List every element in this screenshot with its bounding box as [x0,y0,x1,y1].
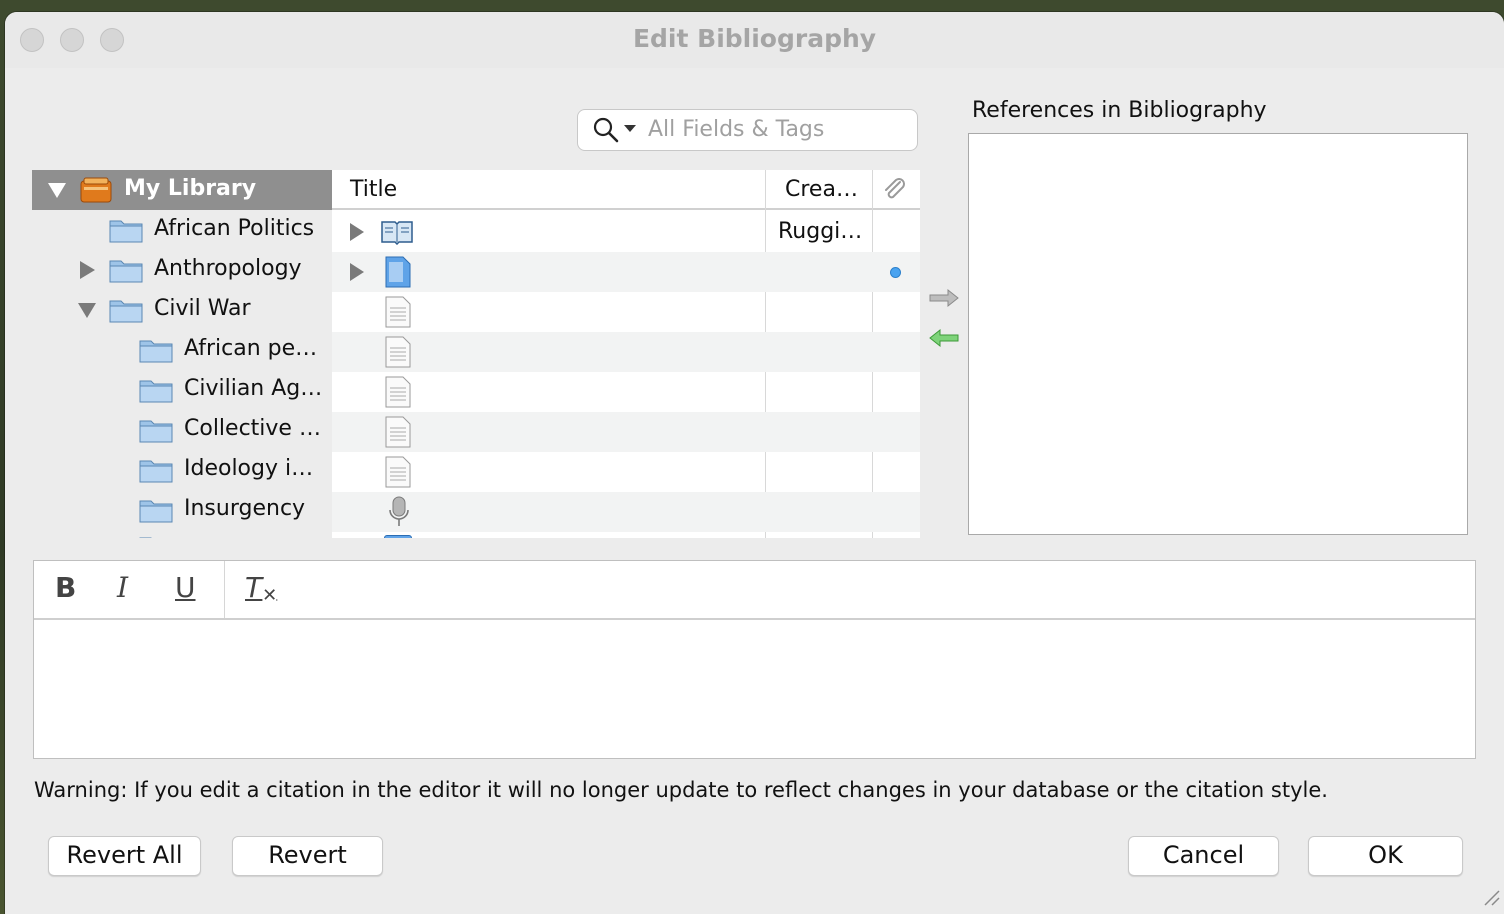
folder-icon [139,500,173,523]
search-placeholder: All Fields & Tags [648,117,825,142]
items-table[interactable]: Title Crea… Ruggi… [332,170,920,538]
folder-icon [139,460,173,483]
window-title: Edit Bibliography [632,24,877,53]
folder-icon [139,380,173,403]
tree-item-my-library[interactable]: My Library [32,170,332,210]
tree-item-partial[interactable] [32,530,332,538]
library-icon [80,177,112,207]
search-mode-dropdown-icon[interactable] [624,125,636,132]
format-toolbar: B I U T✕ [34,561,1475,620]
note-icon [384,336,412,372]
clear-formatting-icon: ✕ [262,585,278,606]
chevron-right-icon[interactable] [80,261,95,279]
chevron-down-icon[interactable] [48,183,66,198]
tree-item-civilian-ag[interactable]: Civilian Ag… [32,370,332,410]
remove-from-bibliography-arrow-icon[interactable] [928,328,960,352]
table-row[interactable] [332,292,920,332]
folder-icon [109,300,143,323]
table-row[interactable]: Ruggi… [332,212,920,252]
references-label: References in Bibliography [972,98,1267,123]
folder-icon [139,420,173,443]
attachment-column-icon[interactable] [882,178,908,206]
tree-item-label: Insurgency [184,496,306,521]
document-icon [384,256,412,292]
table-header: Title Crea… [332,170,920,210]
italic-button[interactable]: I [117,571,128,604]
tree-item-insurgency[interactable]: Insurgency [32,490,332,530]
ok-button[interactable]: OK [1308,836,1463,876]
chevron-right-icon[interactable] [350,223,364,241]
bold-button[interactable]: B [55,571,76,604]
warning-text: Warning: If you edit a citation in the e… [34,778,1328,802]
chevron-right-icon[interactable] [350,263,364,281]
underline-button[interactable]: U [175,571,196,604]
table-row[interactable] [332,452,920,492]
creator-cell: Ruggi… [778,219,863,244]
cancel-button[interactable]: Cancel [1128,836,1279,876]
tree-item-ideology[interactable]: Ideology i… [32,450,332,490]
column-header-creator[interactable]: Crea… [785,177,858,202]
resize-grip-icon[interactable] [1479,885,1501,911]
note-icon [384,416,412,452]
citation-editor[interactable]: B I U T✕ [33,560,1476,759]
table-row[interactable] [332,252,920,292]
edit-bibliography-window: Edit Bibliography All Fields & Tags Refe… [5,12,1504,914]
tree-item-collective[interactable]: Collective … [32,410,332,450]
microphone-icon [386,496,412,532]
search-field[interactable]: All Fields & Tags [577,109,918,151]
book-icon [380,219,414,249]
tree-item-african-politics[interactable]: African Politics [32,210,332,250]
tree-item-anthropology[interactable]: Anthropology [32,250,332,290]
tree-item-civil-war[interactable]: Civil War [32,290,332,330]
unread-dot-icon [890,267,901,278]
tree-item-label: Anthropology [154,256,302,281]
table-row[interactable] [332,532,920,538]
table-row[interactable] [332,332,920,372]
table-row[interactable] [332,412,920,452]
folder-icon [109,220,143,243]
document-icon [384,535,412,538]
tree-item-african-pe[interactable]: African pe… [32,330,332,370]
folder-icon [109,260,143,283]
note-icon [384,376,412,412]
tree-item-label: African Politics [154,216,315,241]
chevron-down-icon[interactable] [78,303,96,318]
revert-all-button[interactable]: Revert All [48,836,201,876]
toolbar-separator [224,561,225,618]
tree-item-label: Collective … [184,416,321,441]
tree-root-label: My Library [124,176,257,201]
folder-icon [139,537,152,538]
note-icon [384,456,412,492]
tree-item-label: Civil War [154,296,251,321]
folder-icon [139,340,173,363]
column-header-title[interactable]: Title [350,177,397,202]
references-list[interactable] [968,133,1468,535]
note-icon [384,296,412,332]
search-icon[interactable] [592,116,620,148]
add-to-bibliography-arrow-icon[interactable] [928,288,960,312]
table-row[interactable] [332,492,920,532]
revert-button[interactable]: Revert [232,836,383,876]
clear-formatting-button[interactable]: T✕ [245,571,278,606]
table-row[interactable] [332,372,920,412]
clear-formatting-label: T [245,571,263,604]
title-bar: Edit Bibliography [5,12,1504,68]
collection-tree[interactable]: My Library African Politics Anthropology… [32,170,332,538]
tree-item-label: Civilian Ag… [184,376,323,401]
tree-item-label: Ideology i… [184,456,314,481]
tree-item-label: African pe… [184,336,318,361]
